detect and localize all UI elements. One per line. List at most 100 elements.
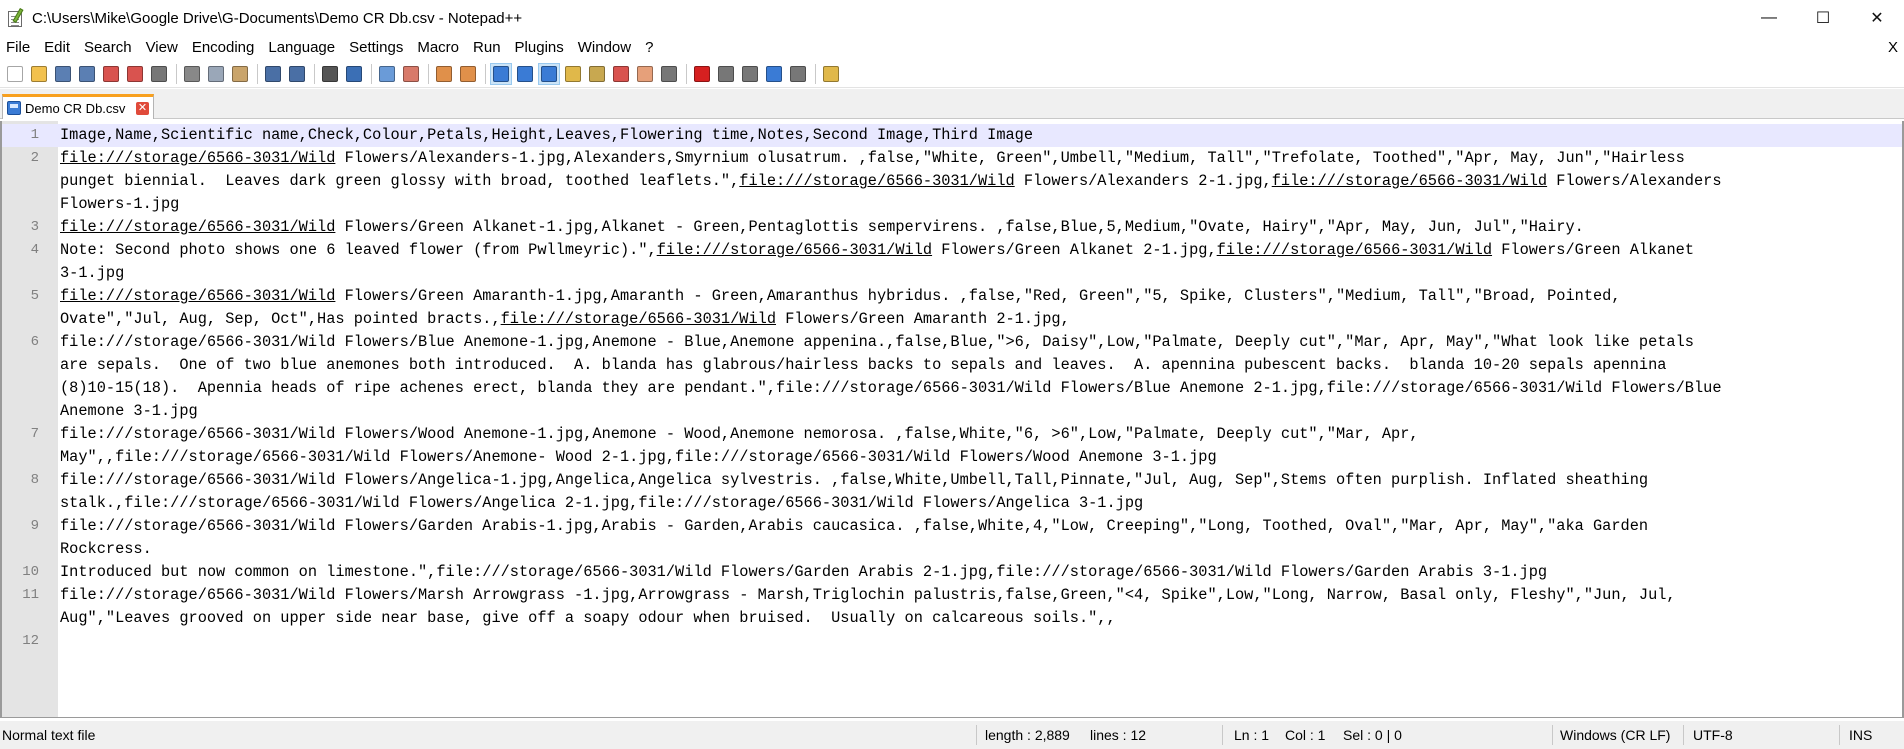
undo-button[interactable] xyxy=(262,63,284,85)
toolbar-separator xyxy=(371,64,372,84)
notepad-plus-plus-icon[interactable] xyxy=(6,8,26,28)
line-text[interactable]: Image,Name,Scientific name,Check,Colour,… xyxy=(58,124,1902,147)
menu-run[interactable]: Run xyxy=(466,36,508,60)
file-link[interactable]: file:///storage/6566-3031/Wild xyxy=(1272,172,1547,190)
wrapped-row: file:///storage/6566-3031/Wild Flowers/A… xyxy=(60,469,1880,492)
file-link[interactable]: file:///storage/6566-3031/Wild xyxy=(1217,241,1492,259)
text-segment: Rockcress. xyxy=(60,540,152,558)
menu-settings[interactable]: Settings xyxy=(342,36,410,60)
file-link[interactable]: file:///storage/6566-3031/Wild xyxy=(739,172,1014,190)
folder-workspace-button[interactable] xyxy=(634,63,656,85)
editor-line[interactable]: 12 xyxy=(2,630,1902,653)
menu-file[interactable]: File xyxy=(0,36,37,60)
editor-line[interactable]: 1Image,Name,Scientific name,Check,Colour… xyxy=(2,124,1902,147)
menu-macro[interactable]: Macro xyxy=(410,36,466,60)
menu-window[interactable]: Window xyxy=(571,36,638,60)
redo-button[interactable] xyxy=(286,63,308,85)
editor-line[interactable]: 8file:///storage/6566-3031/Wild Flowers/… xyxy=(2,469,1902,515)
show-all-chars-icon xyxy=(517,66,533,82)
line-text[interactable]: file:///storage/6566-3031/Wild Flowers/W… xyxy=(58,423,1902,469)
editor-line[interactable]: 10Introduced but now common on limestone… xyxy=(2,561,1902,584)
save-all-button[interactable] xyxy=(76,63,98,85)
line-text[interactable]: Introduced but now common on limestone."… xyxy=(58,561,1902,584)
cut-icon xyxy=(184,66,200,82)
record-macro-button[interactable] xyxy=(691,63,713,85)
text-segment: are sepals. One of two blue anemones bot… xyxy=(60,356,1666,374)
function-list-button[interactable] xyxy=(610,63,632,85)
window-title: C:\Users\Mike\Google Drive\G-Documents\D… xyxy=(32,10,522,27)
editor-line[interactable]: 2file:///storage/6566-3031/Wild Flowers/… xyxy=(2,147,1902,216)
plugin-button[interactable] xyxy=(820,63,842,85)
menu-search[interactable]: Search xyxy=(77,36,139,60)
file-link[interactable]: file:///storage/6566-3031/Wild xyxy=(60,287,335,305)
maximize-button[interactable]: ☐ xyxy=(1796,0,1850,36)
new-file-button[interactable] xyxy=(4,63,26,85)
menu-language[interactable]: Language xyxy=(261,36,342,60)
open-file-button[interactable] xyxy=(28,63,50,85)
find-button[interactable] xyxy=(319,63,341,85)
line-text[interactable]: Note: Second photo shows one 6 leaved fl… xyxy=(58,239,1902,285)
menu-edit[interactable]: Edit xyxy=(37,36,77,60)
line-text[interactable]: file:///storage/6566-3031/Wild Flowers/A… xyxy=(58,147,1902,216)
line-text[interactable]: file:///storage/6566-3031/Wild Flowers/M… xyxy=(58,584,1902,630)
playback-macro-button[interactable] xyxy=(739,63,761,85)
file-link[interactable]: file:///storage/6566-3031/Wild xyxy=(60,149,335,167)
close-window-button[interactable]: ✕ xyxy=(1850,0,1904,36)
word-wrap-icon xyxy=(493,66,509,82)
status-insert-mode[interactable]: INS xyxy=(1849,721,1872,749)
copy-button[interactable] xyxy=(205,63,227,85)
udl-icon xyxy=(565,66,581,82)
sync-horizontal-button[interactable] xyxy=(457,63,479,85)
paste-button[interactable] xyxy=(229,63,251,85)
editor-line[interactable]: 5file:///storage/6566-3031/Wild Flowers/… xyxy=(2,285,1902,331)
status-encoding[interactable]: UTF-8 xyxy=(1693,721,1733,749)
line-text[interactable]: file:///storage/6566-3031/Wild Flowers/G… xyxy=(58,515,1902,561)
udl-button[interactable] xyxy=(562,63,584,85)
close-button[interactable] xyxy=(100,63,122,85)
menu-plugins[interactable]: Plugins xyxy=(508,36,571,60)
save-macro-button[interactable] xyxy=(787,63,809,85)
minimize-button[interactable]: — xyxy=(1742,0,1796,36)
stop-recording-button[interactable] xyxy=(715,63,737,85)
menu-help[interactable]: ? xyxy=(638,36,660,60)
cut-button[interactable] xyxy=(181,63,203,85)
editor-lines[interactable]: 1Image,Name,Scientific name,Check,Colour… xyxy=(2,124,1902,653)
editor-line[interactable]: 6file:///storage/6566-3031/Wild Flowers/… xyxy=(2,331,1902,423)
menu-view[interactable]: View xyxy=(139,36,185,60)
editor-line[interactable]: 11file:///storage/6566-3031/Wild Flowers… xyxy=(2,584,1902,630)
save-button[interactable] xyxy=(52,63,74,85)
tab-close-button[interactable]: ✕ xyxy=(136,102,149,115)
tab-demo-cr-db[interactable]: Demo CR Db.csv ✕ xyxy=(2,94,154,119)
line-text[interactable]: file:///storage/6566-3031/Wild Flowers/G… xyxy=(58,216,1902,239)
file-link[interactable]: file:///storage/6566-3031/Wild xyxy=(657,241,932,259)
replace-button[interactable] xyxy=(343,63,365,85)
status-eol[interactable]: Windows (CR LF) xyxy=(1560,721,1670,749)
line-text[interactable]: file:///storage/6566-3031/Wild Flowers/A… xyxy=(58,469,1902,515)
word-wrap-button[interactable] xyxy=(490,63,512,85)
file-link[interactable]: file:///storage/6566-3031/Wild xyxy=(60,218,335,236)
line-text[interactable] xyxy=(58,630,1902,653)
text-editor[interactable]: 1Image,Name,Scientific name,Check,Colour… xyxy=(0,121,1904,718)
status-ln: Ln : 1 xyxy=(1234,721,1269,749)
show-all-chars-button[interactable] xyxy=(514,63,536,85)
indent-guide-button[interactable] xyxy=(538,63,560,85)
line-text[interactable]: file:///storage/6566-3031/Wild Flowers/B… xyxy=(58,331,1902,423)
file-link[interactable]: file:///storage/6566-3031/Wild xyxy=(501,310,776,328)
zoom-out-button[interactable] xyxy=(400,63,422,85)
editor-line[interactable]: 3file:///storage/6566-3031/Wild Flowers/… xyxy=(2,216,1902,239)
status-sel: Sel : 0 | 0 xyxy=(1343,721,1402,749)
editor-line[interactable]: 7file:///storage/6566-3031/Wild Flowers/… xyxy=(2,423,1902,469)
text-segment: (8)10-15(18). Apennia heads of ripe ache… xyxy=(60,379,1722,397)
menu-encoding[interactable]: Encoding xyxy=(185,36,262,60)
line-text[interactable]: file:///storage/6566-3031/Wild Flowers/G… xyxy=(58,285,1902,331)
doc-map-button[interactable] xyxy=(586,63,608,85)
monitoring-button[interactable] xyxy=(658,63,680,85)
close-document-button[interactable]: X xyxy=(1888,36,1898,60)
editor-line[interactable]: 4Note: Second photo shows one 6 leaved f… xyxy=(2,239,1902,285)
print-button[interactable] xyxy=(148,63,170,85)
zoom-in-button[interactable] xyxy=(376,63,398,85)
run-macro-multiple-button[interactable] xyxy=(763,63,785,85)
editor-line[interactable]: 9file:///storage/6566-3031/Wild Flowers/… xyxy=(2,515,1902,561)
close-all-button[interactable] xyxy=(124,63,146,85)
sync-vertical-button[interactable] xyxy=(433,63,455,85)
